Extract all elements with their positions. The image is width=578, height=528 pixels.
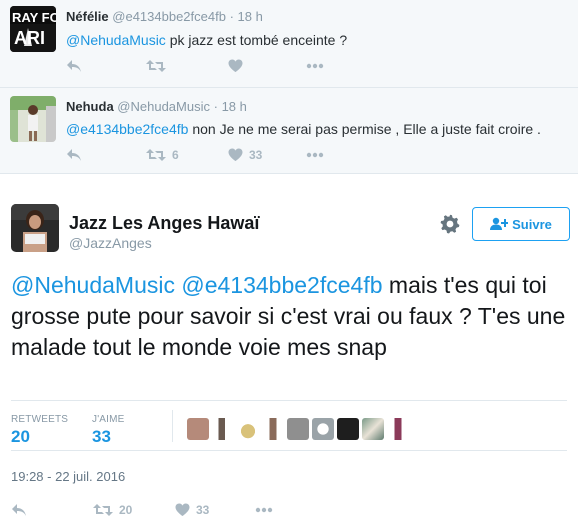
tweet-actions: 6 33 — [66, 146, 324, 164]
liker-avatar[interactable] — [312, 418, 334, 440]
mention-link[interactable]: @e4134bbe2fce4fb — [66, 121, 188, 137]
follow-label: Suivre — [512, 216, 552, 232]
retweet-button[interactable]: 6 — [146, 148, 228, 162]
reply-icon — [67, 60, 81, 72]
like-count: 33 — [249, 148, 263, 162]
retweet-count: 20 — [119, 503, 133, 517]
avatar[interactable]: RAY FO ARI — [10, 6, 56, 52]
more-button[interactable] — [255, 507, 273, 513]
user-handle[interactable]: @NehudaMusic — [117, 99, 210, 114]
retweet-count: 6 — [172, 148, 179, 162]
likes-label: J'AIME — [92, 414, 125, 425]
likes-count: 33 — [92, 427, 111, 446]
retweets-stat[interactable]: RETWEETS 20 — [11, 414, 68, 447]
more-icon — [306, 63, 324, 69]
likes-stat[interactable]: J'AIME 33 — [92, 414, 125, 447]
more-icon — [255, 507, 273, 513]
svg-text:RAY FO: RAY FO — [12, 10, 56, 25]
tweet-body: pk jazz est tombé enceinte ? — [165, 32, 348, 48]
reply-button[interactable] — [66, 59, 146, 73]
tweet-text: @e4134bbe2fce4fb non Je ne me serai pas … — [66, 121, 541, 137]
tweet-text: @NehudaMusic @e4134bbe2fce4fb mais t'es … — [11, 270, 566, 363]
separator: · — [213, 99, 218, 114]
reply-icon — [67, 149, 81, 161]
avatar[interactable] — [10, 96, 56, 142]
user-actions-button[interactable] — [440, 214, 460, 239]
retweets-label: RETWEETS — [11, 414, 69, 425]
retweet-icon — [146, 60, 166, 72]
likers-avatars — [187, 418, 412, 440]
display-name[interactable]: Jazz Les Anges Hawaï — [69, 213, 259, 234]
tweet-time[interactable]: 18 h — [222, 99, 247, 114]
more-button[interactable] — [306, 63, 324, 69]
reply-icon — [12, 504, 26, 516]
more-button[interactable] — [306, 152, 324, 158]
main-tweet: Jazz Les Anges Hawaï @JazzAnges Suivre @… — [0, 174, 578, 528]
retweet-button[interactable] — [146, 59, 228, 73]
heart-icon — [175, 503, 190, 516]
tweet-header: Néfélie @e4134bbe2fce4fb · 18 h — [66, 9, 263, 24]
tweet-time[interactable]: 18 h — [238, 9, 263, 24]
liker-avatar[interactable] — [212, 418, 234, 440]
avatar[interactable] — [11, 204, 59, 252]
like-button[interactable] — [228, 59, 306, 73]
liker-avatar[interactable] — [187, 418, 209, 440]
reply-tweet[interactable]: RAY FO ARI Néfélie @e4134bbe2fce4fb · 18… — [0, 0, 578, 88]
mention-link[interactable]: @NehudaMusic — [11, 272, 175, 298]
mention-link[interactable]: @e4134bbe2fce4fb — [181, 272, 382, 298]
user-handle[interactable]: @JazzAnges — [69, 235, 152, 251]
follow-button[interactable]: Suivre — [472, 207, 570, 241]
liker-avatar[interactable] — [362, 418, 384, 440]
follow-user-icon — [490, 217, 509, 230]
divider — [172, 410, 173, 442]
gear-icon — [440, 214, 460, 234]
liker-avatar[interactable] — [262, 418, 284, 440]
liker-avatar[interactable] — [287, 418, 309, 440]
retweet-button[interactable]: 20 — [93, 503, 175, 517]
tweet-timestamp[interactable]: 19:28 - 22 juil. 2016 — [11, 469, 125, 484]
separator: · — [229, 9, 234, 24]
like-button[interactable]: 33 — [228, 148, 306, 162]
like-count: 33 — [196, 503, 210, 517]
retweet-icon — [93, 504, 113, 516]
liker-avatar[interactable] — [337, 418, 359, 440]
tweet-actions — [66, 57, 324, 75]
divider — [11, 450, 567, 451]
tweet-header: Nehuda @NehudaMusic · 18 h — [66, 99, 247, 114]
tweet-text: @NehudaMusic pk jazz est tombé enceinte … — [66, 32, 347, 48]
display-name[interactable]: Néfélie — [66, 9, 109, 24]
heart-icon — [228, 59, 243, 72]
retweets-count: 20 — [11, 427, 30, 446]
reply-button[interactable] — [11, 503, 93, 517]
tweet-actions: 20 33 — [11, 501, 273, 519]
reply-button[interactable] — [66, 148, 146, 162]
display-name[interactable]: Nehuda — [66, 99, 114, 114]
liker-avatar[interactable] — [387, 418, 409, 440]
liker-avatar[interactable] — [237, 418, 259, 440]
tweet-body: non Je ne me serai pas permise , Elle a … — [188, 121, 541, 137]
more-icon — [306, 152, 324, 158]
user-handle[interactable]: @e4134bbe2fce4fb — [112, 9, 226, 24]
retweet-icon — [146, 149, 166, 161]
reply-tweet[interactable]: Nehuda @NehudaMusic · 18 h @e4134bbe2fce… — [0, 88, 578, 174]
heart-icon — [228, 148, 243, 161]
divider — [11, 400, 567, 401]
mention-link[interactable]: @NehudaMusic — [66, 32, 166, 48]
like-button[interactable]: 33 — [175, 503, 255, 517]
